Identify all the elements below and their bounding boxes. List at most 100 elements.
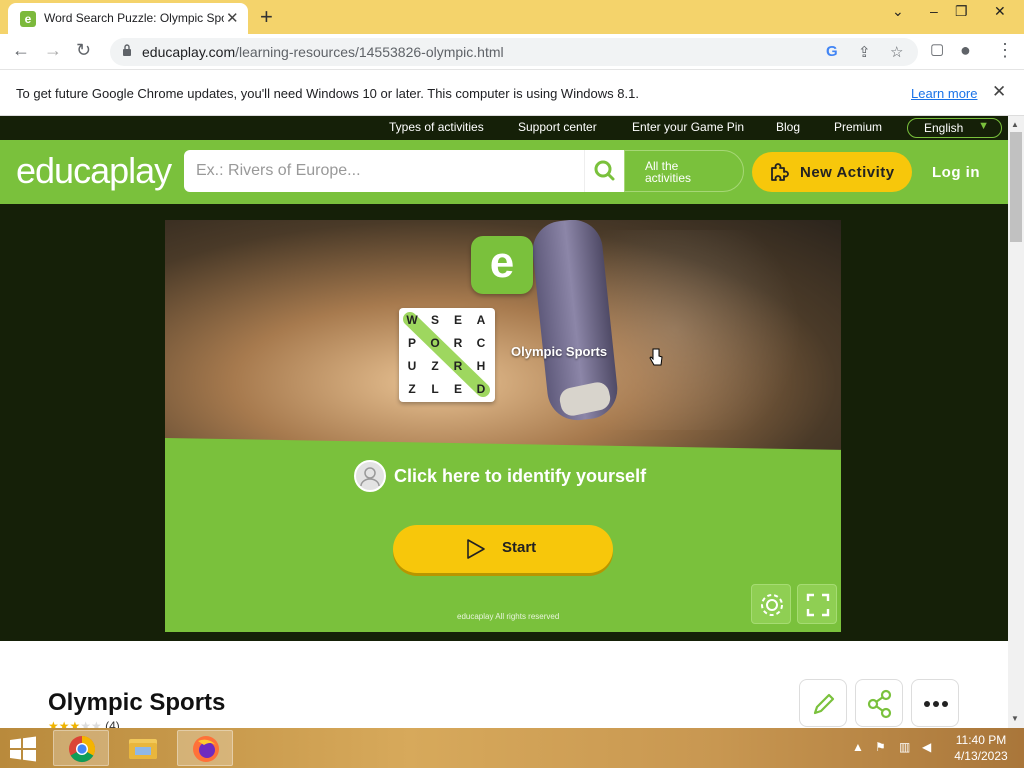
system-clock[interactable]: 11:40 PM 4/13/2023 [950, 732, 1012, 764]
scroll-up-icon[interactable]: ▲ [1011, 120, 1019, 129]
new-activity-label: New Activity [800, 164, 895, 181]
all-activities-line2: activities [645, 171, 692, 185]
search-placeholder: Ex.: Rivers of Europe... [196, 162, 361, 179]
clock-date: 4/13/2023 [954, 749, 1008, 763]
window-close-icon[interactable]: ✕ [994, 3, 1006, 20]
puzzle-icon [771, 163, 789, 181]
infobar-close-icon[interactable]: ✕ [992, 82, 1006, 102]
fullscreen-icon [806, 593, 830, 617]
menu-icon[interactable]: ⋮ [996, 40, 1014, 61]
grid-letter: R [453, 359, 463, 373]
profile-icon[interactable]: ● [960, 40, 971, 61]
google-icon[interactable]: G [826, 43, 838, 60]
start-panel: Click here to identify yourself Start ed… [165, 437, 841, 632]
search-input[interactable]: Ex.: Rivers of Europe... [184, 150, 624, 192]
educaplay-e-logo-icon: e [471, 236, 533, 294]
nav-support-center[interactable]: Support center [518, 120, 597, 134]
grid-letter: R [453, 336, 463, 350]
language-selector[interactable]: English ▼ [907, 118, 1002, 138]
grid-letter: P [407, 336, 416, 350]
more-dots-icon [924, 701, 948, 707]
grid-letter: S [430, 313, 439, 327]
new-activity-button[interactable]: New Activity [752, 152, 912, 192]
chevron-down-icon: ▼ [978, 120, 989, 132]
copyright-brand: educaplay [457, 612, 494, 621]
minimize-icon[interactable]: – [930, 3, 938, 19]
edit-button[interactable] [799, 679, 847, 727]
chrome-taskbar-button[interactable] [53, 730, 109, 766]
windows-start-icon[interactable] [8, 736, 38, 762]
nav-blog[interactable]: Blog [776, 120, 800, 134]
nav-types-of-activities[interactable]: Types of activities [389, 120, 484, 134]
back-icon[interactable]: ← [12, 40, 30, 61]
user-avatar-icon [354, 460, 386, 492]
tab-strip: e Word Search Puzzle: Olympic Sports ✕ +… [0, 0, 1024, 34]
url-path: /learning-resources/14553826-olympic.htm… [235, 44, 504, 60]
grid-letter: U [407, 359, 417, 373]
hand-cursor-icon [649, 348, 663, 366]
grid-letter: Z [431, 359, 439, 373]
settings-button[interactable] [751, 584, 791, 624]
lock-icon [123, 44, 131, 56]
page-scrollbar[interactable]: ▲ ▼ [1008, 116, 1024, 728]
site-header: educaplay Ex.: Rivers of Europe... All t… [0, 140, 1008, 204]
activity-cover-image: e WSEAPORCUZRHZLED Olympic Sports [165, 220, 841, 452]
activity-title: Olympic Sports [48, 689, 226, 716]
forward-icon[interactable]: → [44, 40, 62, 61]
url-text: educaplay.com/learning-resources/1455382… [142, 44, 504, 60]
grid-letter: E [453, 382, 462, 396]
sidepanel-icon[interactable]: ▢ [930, 40, 944, 58]
tab-search-icon[interactable]: ⌄ [892, 3, 904, 20]
educaplay-logo[interactable]: educaplay [16, 150, 172, 192]
browser-toolbar: ← → ↻ educaplay.com/learning-resources/1… [0, 34, 1024, 70]
restore-icon[interactable]: ❐ [955, 3, 968, 20]
network-icon[interactable]: ▥ [899, 740, 910, 754]
login-link[interactable]: Log in [932, 164, 980, 181]
cover-title: Olympic Sports [511, 344, 608, 359]
chrome-icon [69, 735, 96, 763]
educaplay-favicon-icon: e [20, 11, 36, 27]
clock-time: 11:40 PM [955, 733, 1007, 747]
url-host: educaplay.com [142, 44, 236, 60]
grid-letter: O [430, 336, 440, 350]
firefox-taskbar-button[interactable] [177, 730, 233, 766]
activity-details: Olympic Sports ★★★★★ (4) [0, 641, 1008, 733]
scroll-down-icon[interactable]: ▼ [1011, 714, 1019, 723]
file-explorer-taskbar-button[interactable] [115, 730, 171, 766]
tray-expand-icon[interactable]: ▲ [852, 740, 864, 754]
learn-more-link[interactable]: Learn more [911, 86, 977, 101]
tab-close-icon[interactable]: ✕ [226, 9, 239, 27]
identify-label: Click here to identify yourself [394, 466, 647, 486]
update-infobar: To get future Google Chrome updates, you… [0, 70, 1024, 116]
search-icon [594, 160, 615, 181]
nav-enter-game-pin[interactable]: Enter your Game Pin [632, 120, 744, 134]
volume-muted-icon[interactable]: ◀ [922, 740, 931, 754]
grid-letter: C [476, 336, 486, 350]
nav-premium[interactable]: Premium [834, 120, 882, 134]
start-button[interactable]: Start [393, 525, 613, 573]
action-center-flag-icon[interactable]: ⚑ [875, 740, 886, 754]
tab-title: Word Search Puzzle: Olympic Sports [44, 11, 224, 25]
share-icon[interactable]: ⇪ [858, 43, 871, 61]
firefox-icon [193, 736, 219, 762]
share-nodes-icon [867, 689, 892, 719]
search-button[interactable] [584, 150, 624, 192]
share-button[interactable] [855, 679, 903, 727]
all-activities-button[interactable]: All the activities [624, 150, 744, 192]
windows-taskbar: ▲ ⚑ ▥ ◀ 11:40 PM 4/13/2023 [0, 728, 1024, 768]
browser-tab[interactable]: e Word Search Puzzle: Olympic Sports ✕ [8, 3, 248, 34]
site-top-nav: Types of activities Support center Enter… [0, 116, 1008, 140]
new-tab-icon[interactable]: + [260, 4, 273, 30]
star-icon[interactable]: ☆ [890, 43, 903, 61]
copyright-text: educaplay All rights reserved [457, 612, 559, 621]
reload-icon[interactable]: ↻ [76, 40, 91, 61]
word-search-grid-icon: WSEAPORCUZRHZLED [399, 308, 495, 402]
more-options-button[interactable] [911, 679, 959, 727]
scroll-thumb[interactable] [1010, 132, 1022, 242]
fullscreen-button[interactable] [797, 584, 837, 624]
copyright-rights: All rights reserved [495, 612, 560, 621]
grid-letter: W [406, 313, 418, 327]
grid-letter: D [476, 382, 486, 396]
gear-icon [761, 594, 783, 616]
address-bar[interactable]: educaplay.com/learning-resources/1455382… [110, 38, 918, 66]
